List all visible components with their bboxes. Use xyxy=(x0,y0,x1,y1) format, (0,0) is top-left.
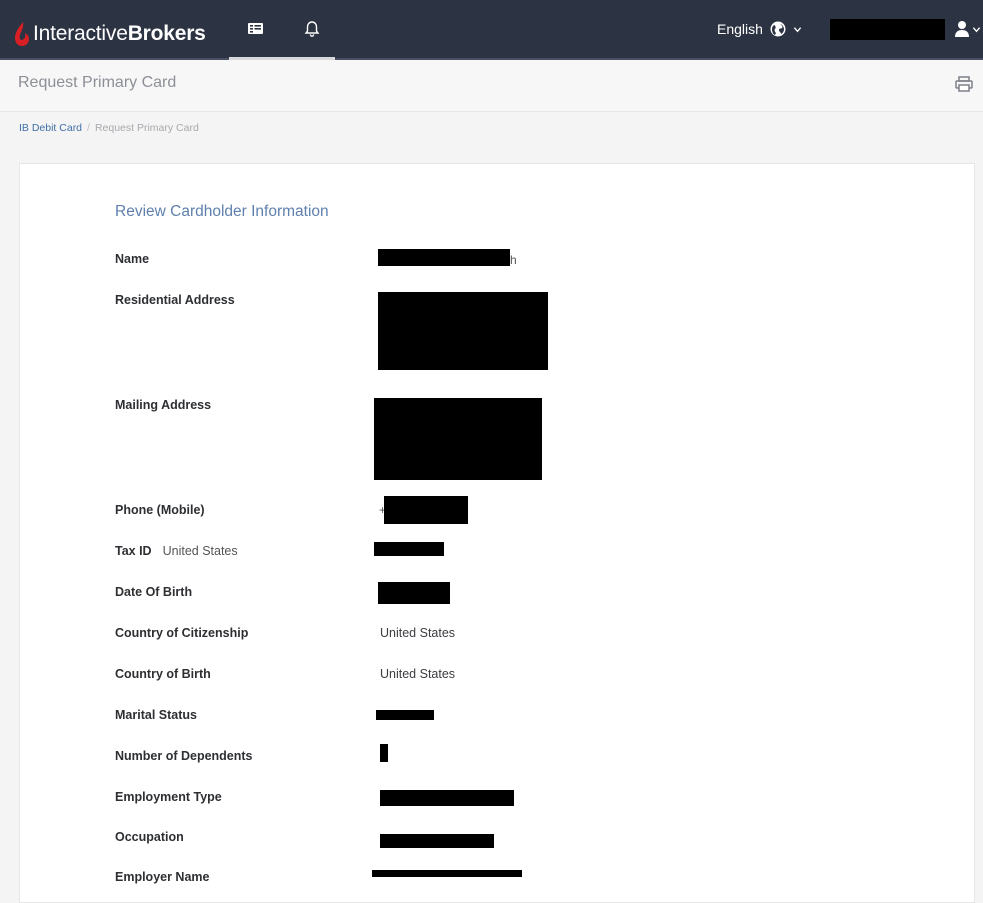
list-icon[interactable] xyxy=(247,20,265,38)
name-value-fragment: h xyxy=(510,253,517,267)
label-name: Name xyxy=(115,252,150,266)
number-of-dependents-redacted xyxy=(380,744,388,762)
country-of-birth-value: United States xyxy=(380,667,456,681)
page-title: Request Primary Card xyxy=(18,74,177,91)
chevron-down-icon xyxy=(793,26,802,32)
employer-name-redacted xyxy=(372,870,522,877)
print-icon[interactable] xyxy=(955,76,973,92)
bell-icon[interactable] xyxy=(303,20,321,38)
tax-id-country: United States xyxy=(162,544,238,558)
label-number-of-dependents: Number of Dependents xyxy=(115,749,253,763)
user-icon xyxy=(955,21,969,37)
chevron-down-icon xyxy=(972,26,981,32)
breadcrumb-separator: / xyxy=(87,122,90,134)
label-residential-address: Residential Address xyxy=(115,293,235,307)
username-redacted xyxy=(830,19,945,40)
date-of-birth-redacted xyxy=(378,582,450,604)
breadcrumb-ib-debit-card[interactable]: IB Debit Card xyxy=(19,122,82,134)
phone-value-redacted xyxy=(384,496,468,524)
label-phone-mobile: Phone (Mobile) xyxy=(115,503,205,517)
name-value-redacted xyxy=(378,249,510,266)
language-selector[interactable]: English xyxy=(717,20,802,38)
label-mailing-address: Mailing Address xyxy=(115,398,212,412)
label-marital-status: Marital Status xyxy=(115,708,197,722)
logo-flame-icon xyxy=(15,22,29,46)
logo-text: InteractiveBrokers xyxy=(33,22,206,45)
tax-id-value-redacted xyxy=(374,542,444,556)
label-occupation: Occupation xyxy=(115,830,184,844)
user-menu[interactable] xyxy=(954,19,982,39)
label-date-of-birth: Date Of Birth xyxy=(115,585,193,599)
brand-logo[interactable]: InteractiveBrokers xyxy=(14,20,206,48)
mailing-address-redacted xyxy=(374,398,542,480)
label-employer-name: Employer Name xyxy=(115,870,210,884)
label-employment-type: Employment Type xyxy=(115,790,222,804)
breadcrumb-current: Request Primary Card xyxy=(94,122,199,134)
label-country-of-citizenship: Country of Citizenship xyxy=(115,626,249,640)
occupation-redacted xyxy=(380,834,494,848)
label-tax-id: Tax ID United States xyxy=(115,544,238,558)
country-of-citizenship-value: United States xyxy=(380,626,456,640)
residential-address-redacted xyxy=(378,292,548,370)
label-country-of-birth: Country of Birth xyxy=(115,667,211,681)
marital-status-redacted xyxy=(376,710,434,720)
section-title: Review Cardholder Information xyxy=(115,203,329,220)
employment-type-redacted xyxy=(380,790,514,806)
globe-icon xyxy=(770,21,786,37)
breadcrumb: IB Debit Card / Request Primary Card xyxy=(19,122,199,134)
language-label: English xyxy=(717,21,763,37)
